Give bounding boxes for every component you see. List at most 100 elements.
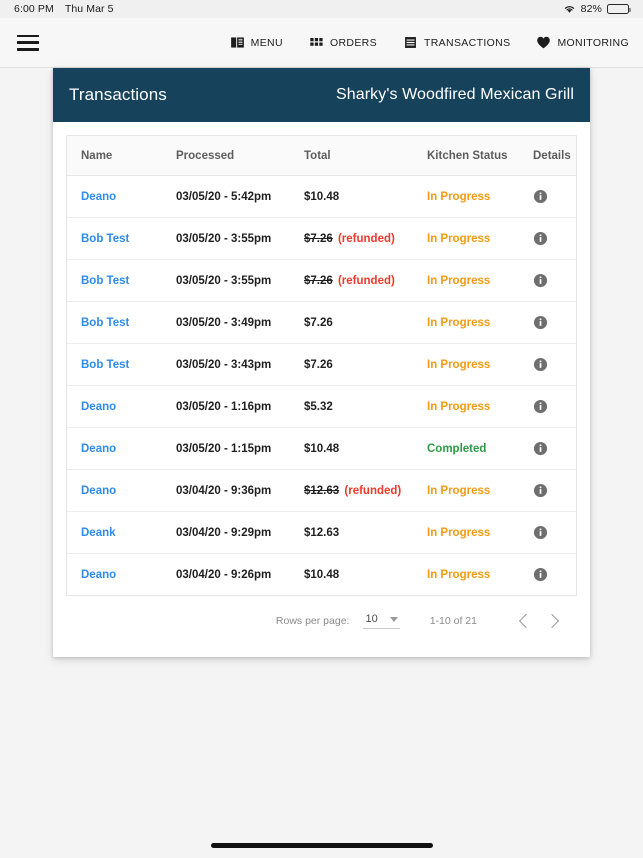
cell-total: $7.26 (refunded) [304, 259, 427, 302]
cell-details [533, 511, 576, 554]
rows-per-page-select[interactable]: 10 [363, 613, 400, 629]
heart-icon [536, 35, 551, 50]
column-header-total: Total [304, 136, 427, 176]
cell-details [533, 175, 576, 218]
info-icon[interactable] [533, 357, 548, 372]
card-body: Name Processed Total Kitchen Status Deta… [53, 122, 590, 657]
customer-name-link[interactable]: Deank [81, 527, 116, 539]
cell-name: Bob Test [67, 217, 176, 260]
refunded-badge: (refunded) [341, 484, 402, 497]
cell-kitchen-status: Completed [427, 427, 533, 470]
chevron-right-icon [544, 613, 560, 629]
table-body: Deano 03/05/20 - 5:42pm $10.48 In Progress B… [67, 175, 576, 596]
customer-name-link[interactable]: Deano [81, 485, 116, 497]
cell-name: Deank [67, 511, 176, 554]
cell-total: $5.32 [304, 385, 427, 428]
restaurant-name: Sharky's Woodfired Mexican Grill [335, 86, 574, 103]
table-row: Deano 03/04/20 - 9:26pm $10.48 In Progress [67, 554, 576, 596]
nav-item-label: MENU [250, 36, 283, 49]
nav-item-menu[interactable]: MENU [230, 35, 283, 50]
info-icon[interactable] [533, 315, 548, 330]
status-badge: In Progress [427, 190, 491, 203]
info-icon[interactable] [533, 399, 548, 414]
cell-processed: 03/05/20 - 5:42pm [176, 175, 304, 218]
customer-name-link[interactable]: Deano [81, 569, 116, 581]
status-badge: In Progress [427, 358, 491, 371]
customer-name-link[interactable]: Deano [81, 191, 116, 203]
total-amount: $12.63 [304, 526, 340, 539]
transactions-card: Transactions Sharky's Woodfired Mexican … [53, 68, 590, 657]
cell-processed: 03/05/20 - 3:49pm [176, 301, 304, 344]
column-header-name: Name [67, 136, 176, 176]
customer-name-link[interactable]: Bob Test [81, 233, 129, 245]
cell-processed: 03/05/20 - 3:55pm [176, 217, 304, 260]
page-title: Transactions [69, 85, 167, 104]
cell-details [533, 385, 576, 428]
table-row: Bob Test 03/05/20 - 3:55pm $7.26 (refunded… [67, 217, 576, 260]
total-amount: $10.48 [304, 442, 340, 455]
status-badge: In Progress [427, 568, 491, 581]
nav-item-orders[interactable]: ORDERS [309, 35, 377, 50]
cell-total: $12.63 [304, 511, 427, 554]
nav-item-monitoring[interactable]: MONITORING [536, 35, 629, 50]
status-date: Thu Mar 5 [64, 3, 114, 15]
status-badge: In Progress [427, 526, 491, 539]
info-icon[interactable] [533, 567, 548, 582]
cell-kitchen-status: In Progress [427, 217, 533, 260]
total-amount: $12.63 [304, 484, 340, 497]
table-row: Bob Test 03/05/20 - 3:55pm $7.26 (refunded… [67, 259, 576, 302]
cell-name: Deano [67, 385, 176, 428]
column-header-details: Details [533, 136, 576, 176]
card-header: Transactions Sharky's Woodfired Mexican … [53, 68, 590, 122]
total-amount: $10.48 [304, 190, 340, 203]
total-amount: $5.32 [304, 400, 333, 413]
customer-name-link[interactable]: Deano [81, 443, 116, 455]
info-icon[interactable] [533, 189, 548, 204]
total-amount: $10.48 [304, 568, 340, 581]
cell-total: $10.48 [304, 175, 427, 218]
info-icon[interactable] [533, 525, 548, 540]
customer-name-link[interactable]: Deano [81, 401, 116, 413]
customer-name-link[interactable]: Bob Test [81, 359, 129, 371]
nav-item-transactions[interactable]: TRANSACTIONS [403, 35, 510, 50]
cell-total: $7.26 (refunded) [304, 217, 427, 260]
table-row: Bob Test 03/05/20 - 3:49pm $7.26 In Progres… [67, 301, 576, 344]
status-badge: Completed [427, 442, 487, 455]
total-amount: $7.26 [304, 274, 333, 287]
info-icon[interactable] [533, 273, 548, 288]
status-badge: In Progress [427, 274, 491, 287]
cell-name: Deano [67, 427, 176, 470]
rows-per-page-value: 10 [365, 613, 378, 625]
cell-name: Deano [67, 469, 176, 512]
cell-details [533, 259, 576, 302]
hamburger-menu-icon[interactable] [17, 34, 39, 51]
cell-details [533, 217, 576, 260]
nav-item-label: TRANSACTIONS [423, 36, 511, 49]
info-icon[interactable] [533, 231, 548, 246]
home-indicator [210, 843, 433, 848]
next-page-button[interactable] [539, 608, 565, 634]
nav-items: MENU ORDERS TRANSACTIONS MONITORING [230, 35, 629, 50]
customer-name-link[interactable]: Bob Test [81, 275, 129, 287]
cell-name: Deano [67, 175, 176, 218]
rows-per-page-label: Rows per page: [275, 615, 350, 627]
customer-name-link[interactable]: Bob Test [81, 317, 129, 329]
cell-total: $7.26 [304, 301, 427, 344]
cell-details [533, 301, 576, 344]
status-time: 6:00 PM [14, 3, 54, 15]
cell-total: $10.48 [304, 554, 427, 596]
nav-item-label: ORDERS [329, 36, 377, 49]
table-row: Deano 03/05/20 - 1:16pm $5.32 In Progress [67, 385, 576, 428]
cell-processed: 03/05/20 - 1:15pm [176, 427, 304, 470]
cell-kitchen-status: In Progress [427, 301, 533, 344]
cell-kitchen-status: In Progress [427, 554, 533, 596]
info-icon[interactable] [533, 483, 548, 498]
cell-kitchen-status: In Progress [427, 385, 533, 428]
cell-kitchen-status: In Progress [427, 175, 533, 218]
info-icon[interactable] [533, 441, 548, 456]
book-icon [230, 35, 245, 50]
previous-page-button[interactable] [513, 608, 539, 634]
cell-name: Bob Test [67, 343, 176, 386]
cell-details [533, 554, 576, 596]
cell-details [533, 343, 576, 386]
